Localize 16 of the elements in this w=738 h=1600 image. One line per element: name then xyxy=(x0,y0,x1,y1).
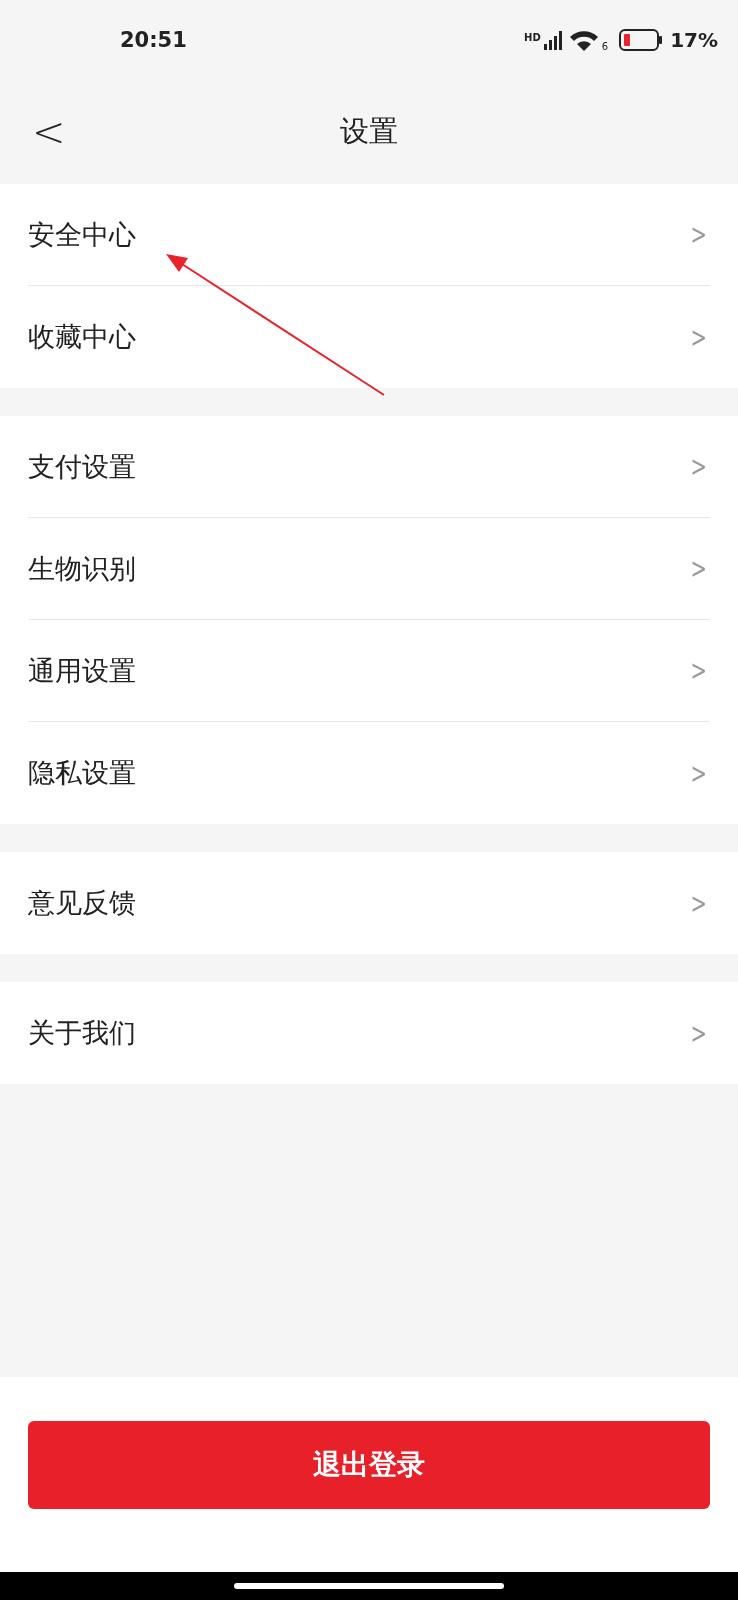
wifi-standard-label: 6 xyxy=(601,41,609,52)
network-type-label: HD xyxy=(524,32,541,43)
settings-item[interactable]: 隐私设置 > xyxy=(28,722,710,824)
settings-item[interactable]: 通用设置 > xyxy=(28,620,710,722)
back-button[interactable]: < xyxy=(24,109,74,155)
settings-item[interactable]: 生物识别 > xyxy=(28,518,710,620)
settings-item[interactable]: 收藏中心 > xyxy=(28,286,710,388)
wifi-icon xyxy=(568,29,599,51)
settings-item[interactable]: 支付设置 > xyxy=(28,416,710,518)
settings-item[interactable]: 意见反馈 > xyxy=(28,852,710,954)
logout-button[interactable]: 退出登录 xyxy=(28,1421,710,1509)
page-title: 设置 xyxy=(340,113,398,150)
battery-percent: 17% xyxy=(670,28,718,52)
status-time: 20:51 xyxy=(120,28,187,52)
battery-icon xyxy=(619,29,664,51)
settings-item[interactable]: 关于我们 > xyxy=(28,982,710,1084)
